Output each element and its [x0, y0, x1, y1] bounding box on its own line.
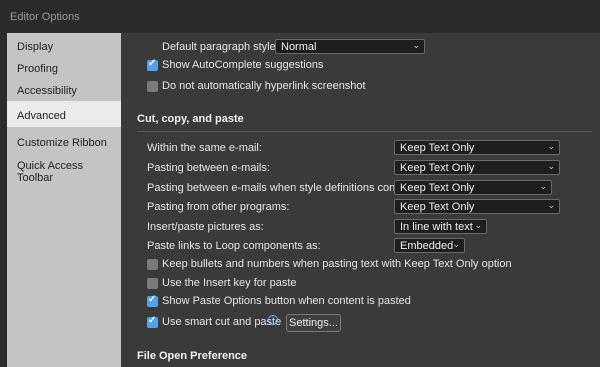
dropdown-value: In line with text — [400, 221, 473, 233]
chevron-down-icon: ⌄ — [547, 161, 555, 171]
sidebar-item-customize-ribbon[interactable]: Customize Ribbon — [17, 137, 107, 149]
paste-setting-label: Paste links to Loop components as: — [147, 240, 321, 252]
cut-copy-paste-heading: Cut, copy, and paste — [137, 113, 244, 125]
within-same-email-dropdown[interactable]: Keep Text Only ⌄ — [394, 140, 560, 155]
autocomplete-label: Show AutoComplete suggestions — [162, 59, 324, 71]
dropdown-value: Keep Text Only — [400, 162, 475, 174]
dropdown-value: Keep Text Only — [400, 201, 475, 213]
title-bar: Editor Options — [0, 0, 600, 32]
sidebar-item-advanced[interactable]: Advanced — [17, 110, 66, 122]
chevron-down-icon: ⌄ — [547, 200, 555, 210]
chevron-down-icon: ⌄ — [452, 239, 460, 249]
loop-components-dropdown[interactable]: Embedded ⌄ — [394, 238, 465, 253]
sidebar: Display Proofing Accessibility Advanced … — [7, 33, 121, 367]
autocomplete-checkbox[interactable] — [147, 58, 158, 71]
dropdown-value: Embedded — [400, 240, 454, 252]
default-paragraph-style-label: Default paragraph style: — [162, 41, 279, 53]
other-programs-dropdown[interactable]: Keep Text Only ⌄ — [394, 199, 560, 214]
style-conflict-dropdown[interactable]: Keep Text Only ⌄ — [394, 180, 552, 195]
sidebar-item-proofing[interactable]: Proofing — [17, 63, 58, 75]
keep-bullets-label: Keep bullets and numbers when pasting te… — [162, 258, 512, 270]
chevron-down-icon: ⌄ — [412, 40, 420, 50]
pasting-between-emails-dropdown[interactable]: Keep Text Only ⌄ — [394, 160, 560, 175]
sidebar-item-quick-access-toolbar[interactable]: Quick Access Toolbar — [17, 160, 121, 184]
chevron-down-icon: ⌄ — [539, 181, 547, 191]
no-hyperlink-label: Do not automatically hyperlink screensho… — [162, 80, 366, 92]
section-divider — [137, 131, 592, 132]
smart-cut-paste-checkbox[interactable] — [147, 315, 158, 328]
default-paragraph-style-dropdown[interactable]: Normal ⌄ — [275, 39, 425, 54]
show-paste-options-label: Show Paste Options button when content i… — [162, 295, 411, 307]
keep-bullets-checkbox[interactable] — [147, 259, 158, 270]
paste-setting-label: Within the same e-mail: — [147, 142, 262, 154]
dropdown-value: Keep Text Only — [400, 182, 475, 194]
paste-setting-label: Insert/paste pictures as: — [147, 221, 264, 233]
insert-key-paste-label: Use the Insert key for paste — [162, 277, 297, 289]
dropdown-value: Normal — [281, 41, 317, 53]
smart-cut-paste-label: Use smart cut and paste — [162, 316, 282, 328]
chevron-down-icon: ⌄ — [474, 220, 482, 230]
insert-pictures-dropdown[interactable]: In line with text ⌄ — [394, 219, 487, 234]
paste-setting-label: Pasting between e-mails when style defin… — [147, 182, 415, 194]
no-hyperlink-checkbox[interactable] — [147, 81, 158, 92]
options-panel: Default paragraph style: Normal ⌄ Show A… — [121, 33, 600, 367]
sidebar-item-accessibility[interactable]: Accessibility — [17, 85, 77, 97]
info-icon[interactable]: i — [268, 315, 278, 325]
paste-setting-label: Pasting from other programs: — [147, 201, 290, 213]
insert-key-paste-checkbox[interactable] — [147, 278, 158, 289]
sidebar-item-display[interactable]: Display — [17, 41, 53, 53]
file-open-preference-heading: File Open Preference — [137, 350, 248, 362]
paste-setting-label: Pasting between e-mails: — [147, 162, 270, 174]
chevron-down-icon: ⌄ — [547, 141, 555, 151]
dropdown-value: Keep Text Only — [400, 142, 475, 154]
settings-button[interactable]: Settings... — [286, 314, 341, 332]
window-title: Editor Options — [10, 11, 80, 23]
show-paste-options-checkbox[interactable] — [147, 294, 158, 307]
